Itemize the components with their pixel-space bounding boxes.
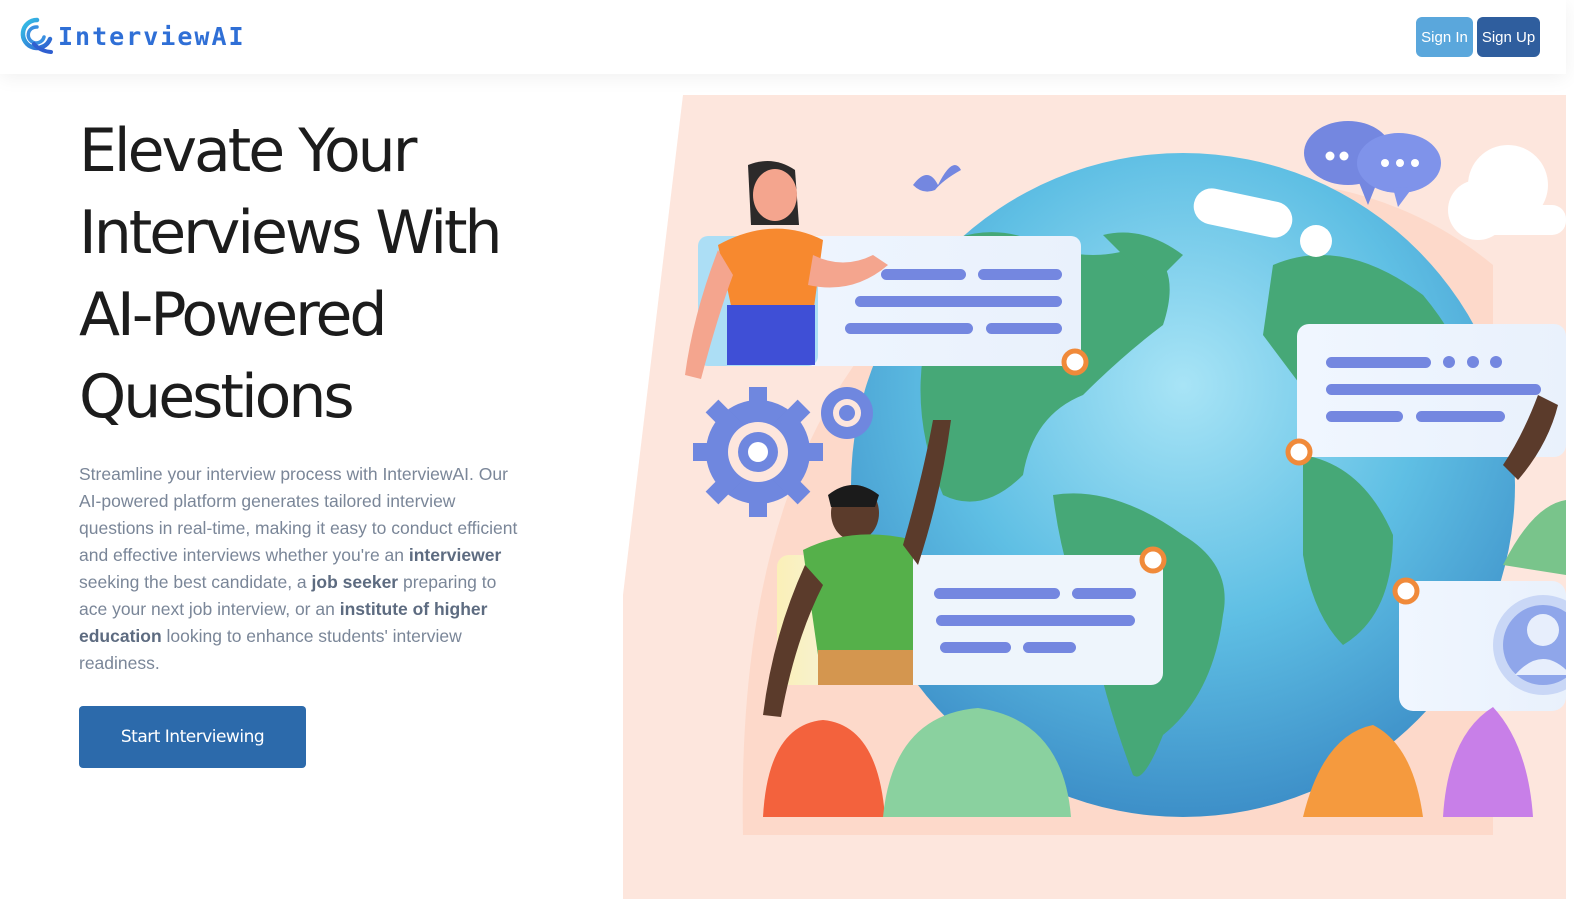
highlight-job-seeker: job seeker — [311, 572, 399, 592]
logo-swirl-icon — [20, 17, 53, 54]
hero-illustration — [623, 95, 1566, 899]
marker-dot — [1061, 348, 1089, 376]
description-text: seeking the best candidate, a — [79, 572, 312, 592]
hero-title: Elevate Your Interviews With AI-Powered … — [79, 110, 599, 438]
globe-shine-dot — [1300, 225, 1332, 257]
sign-in-button[interactable]: Sign In — [1416, 17, 1473, 57]
hero-title-line: Interviews With — [79, 198, 503, 268]
hero-description: Streamline your interview process with I… — [79, 461, 529, 677]
hero-title-line: AI-Powered — [79, 280, 387, 350]
highlight-interviewer: interviewer — [408, 545, 502, 565]
hero-title-line: Questions — [79, 362, 355, 432]
brand-logo[interactable]: InterviewAI — [20, 17, 246, 55]
hero-title-line: Elevate Your — [79, 116, 417, 186]
brand-name: InterviewAI — [58, 21, 246, 51]
start-interviewing-button[interactable]: Start Interviewing — [79, 706, 306, 768]
sign-up-button[interactable]: Sign Up — [1477, 17, 1540, 57]
navbar: InterviewAI Sign In Sign Up — [0, 0, 1566, 74]
marker-dot — [1392, 577, 1420, 605]
marker-dot — [1139, 546, 1167, 574]
marker-dot — [1285, 438, 1313, 466]
